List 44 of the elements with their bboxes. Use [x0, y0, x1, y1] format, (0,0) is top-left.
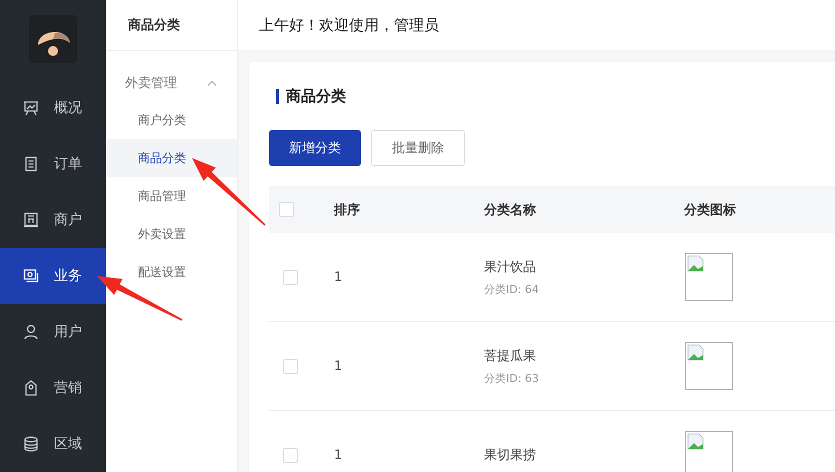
nav-item[interactable]: 业务 [0, 248, 106, 304]
checkbox[interactable] [279, 202, 294, 217]
table-cell: 1 [334, 270, 342, 284]
database-icon [23, 436, 39, 452]
column-header: 排序 [334, 202, 360, 218]
submenu-item[interactable]: 外卖设置 [106, 215, 237, 253]
logo-icon [29, 15, 77, 63]
add-category-button[interactable]: 新增分类 [269, 130, 361, 166]
chevron-icon [207, 80, 217, 86]
store-icon [23, 212, 39, 228]
checkbox[interactable] [283, 448, 298, 462]
submenu-title: 商品分类 [106, 0, 237, 51]
table-cell: 1 [334, 448, 342, 462]
broken-image-icon [685, 253, 733, 301]
tag-icon [23, 380, 39, 396]
document-icon [23, 156, 39, 172]
category-id: 分类ID: 64 [484, 282, 540, 296]
category-id: 分类ID: 63 [484, 370, 540, 386]
bulk-delete-button[interactable]: 批量删除 [371, 130, 465, 166]
submenu-group[interactable]: 外卖管理 [106, 65, 237, 101]
nav-item[interactable]: 区域 [0, 416, 106, 472]
submenu-item[interactable]: 配送设置 [106, 253, 237, 291]
checkbox[interactable] [283, 358, 298, 374]
nav-item[interactable]: 营销 [0, 360, 106, 416]
submenu-item[interactable]: 商品管理 [106, 177, 237, 215]
section-title: 商品分类 [276, 89, 835, 104]
user-icon [23, 324, 39, 340]
broken-image-icon [685, 342, 733, 390]
checkbox[interactable] [283, 270, 298, 284]
category-name: 菩提瓜果 [484, 348, 537, 364]
column-header: 分类名称 [484, 202, 536, 218]
nav-item[interactable]: 用户 [0, 304, 106, 360]
greeting: 上午好！欢迎使用，管理员 [259, 16, 439, 34]
chart-board-icon [23, 100, 39, 116]
submenu-item[interactable]: 商品分类 [106, 139, 237, 177]
submenu-item[interactable]: 商户分类 [106, 101, 237, 139]
nav-item[interactable]: 概况 [0, 80, 106, 136]
monitor-icon [23, 268, 39, 284]
nav-item[interactable]: 订单 [0, 136, 106, 192]
category-name: 果切果捞 [484, 447, 537, 464]
nav-item[interactable]: 商户 [0, 192, 106, 248]
category-name: 果汁饮品 [484, 258, 537, 276]
column-header: 分类图标 [684, 202, 736, 218]
table-cell: 1 [334, 358, 342, 374]
